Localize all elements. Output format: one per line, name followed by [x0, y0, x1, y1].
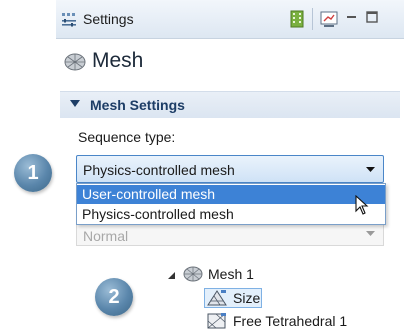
free-tetrahedral-icon: [207, 313, 226, 329]
step-badge-2: 2: [95, 278, 133, 316]
settings-icon: [62, 13, 76, 27]
option-user-controlled-mesh[interactable]: User-controlled mesh: [77, 185, 385, 204]
element-size-select: Normal: [76, 224, 384, 246]
tree-item-mesh-1[interactable]: Mesh 1: [208, 266, 254, 282]
toolbar-divider: [312, 8, 313, 30]
window-title: Settings: [83, 11, 134, 27]
chevron-down-icon: [366, 231, 375, 236]
collapse-arrow-icon[interactable]: [70, 100, 80, 108]
mesh-settings-section[interactable]: Mesh Settings: [60, 91, 400, 118]
maximize-icon[interactable]: [366, 11, 378, 23]
tree-expand-arrow-icon[interactable]: [168, 272, 176, 280]
section-title: Mesh Settings: [90, 97, 185, 113]
title-bar: Settings: [56, 0, 404, 39]
mouse-cursor-icon: [355, 195, 369, 215]
building-icon[interactable]: [290, 10, 304, 28]
sequence-type-dropdown: User-controlled mesh Physics-controlled …: [76, 183, 386, 225]
sequence-type-select[interactable]: Physics-controlled mesh: [76, 155, 384, 183]
tree-item-size[interactable]: Size: [233, 290, 260, 306]
element-size-value: Normal: [83, 228, 129, 244]
mesh-icon: [64, 53, 86, 71]
sequence-type-value: Physics-controlled mesh: [83, 162, 235, 178]
option-physics-controlled-mesh[interactable]: Physics-controlled mesh: [77, 205, 385, 224]
settings-window: Settings Mesh Mesh Settings Sequence typ…: [56, 0, 404, 250]
chevron-down-icon: [366, 167, 375, 172]
presentation-icon[interactable]: [320, 10, 338, 28]
page-title: Mesh: [92, 49, 144, 72]
mesh-node-icon: [183, 266, 203, 282]
step-badge-1: 1: [14, 154, 52, 192]
tree-item-free-tetrahedral-1[interactable]: Free Tetrahedral 1: [233, 313, 347, 329]
size-icon: [207, 290, 227, 306]
minimize-icon[interactable]: [346, 14, 358, 20]
sequence-type-label: Sequence type:: [78, 129, 176, 145]
